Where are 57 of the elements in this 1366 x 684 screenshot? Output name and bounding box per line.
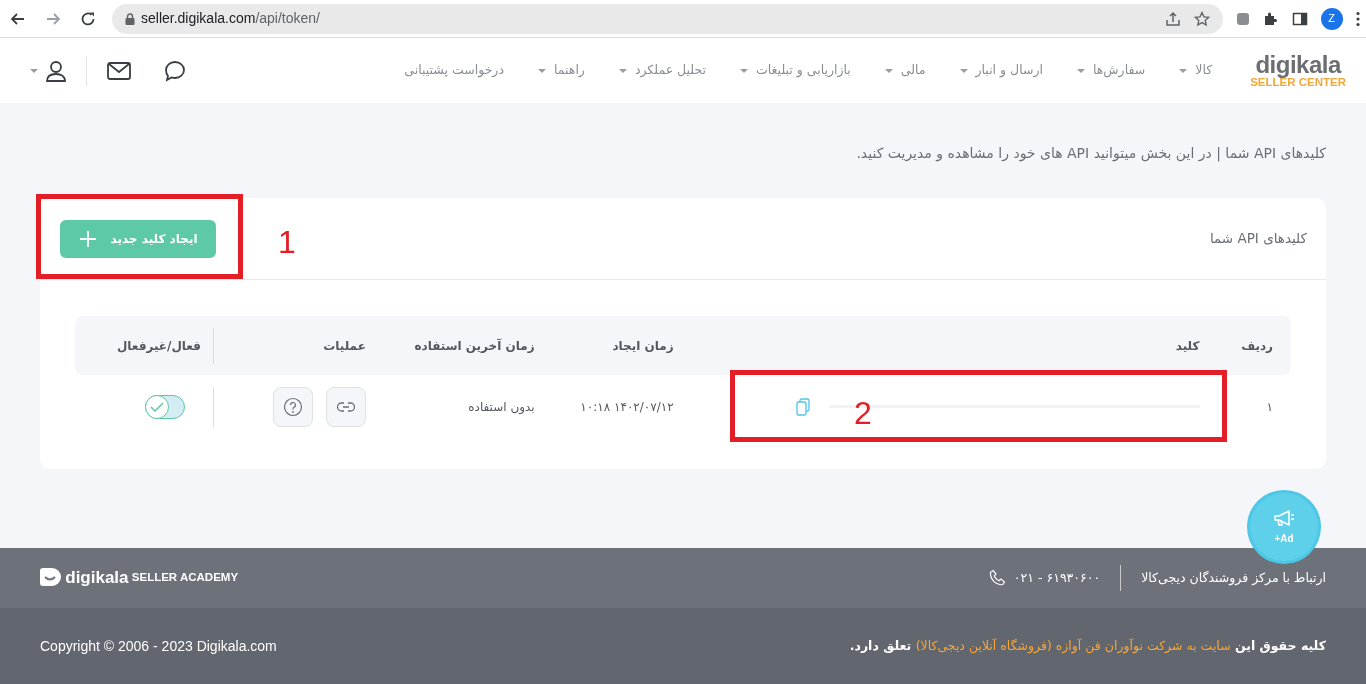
back-arrow-icon	[9, 10, 26, 27]
menu-icon[interactable]	[1355, 10, 1360, 27]
academy-logo-wordmark: digikala	[65, 567, 129, 590]
nav-menu-item[interactable]: ارسال و انبار	[959, 61, 1043, 80]
plus-icon	[78, 229, 97, 248]
lock-icon	[124, 12, 135, 25]
star-icon[interactable]	[1193, 10, 1210, 27]
annotation-number: 1	[278, 226, 296, 258]
toggle-switch[interactable]	[145, 395, 186, 419]
extension-icon[interactable]	[1235, 11, 1250, 26]
column-header: کلید	[1175, 337, 1200, 355]
forward-arrow-icon	[44, 10, 61, 27]
column-header: فعال/غیرفعال	[116, 337, 201, 355]
annotation-number: 2	[854, 397, 872, 429]
logo-wordmark[interactable]: digikala	[1255, 52, 1341, 77]
profile-avatar[interactable]: Z	[1320, 7, 1343, 30]
create-key-button[interactable]: ایجاد کلید جدید	[60, 219, 216, 258]
user-icon[interactable]	[44, 59, 67, 82]
column-header: زمان ایجاد	[612, 337, 674, 355]
copyright-text: Copyright © 2006 - 2023 Digikala.com	[40, 636, 277, 656]
nav-menu-item[interactable]: تحلیل عملکرد	[618, 61, 706, 80]
mail-icon[interactable]	[106, 61, 131, 80]
page-description: کلیدهای API شما | در این بخش میتوانید API های خود را مشاهده و مدیریت کنید.	[856, 145, 1326, 161]
chat-icon[interactable]	[164, 59, 186, 82]
help-button[interactable]	[272, 387, 313, 427]
column-header: زمان آخرین استفاده	[414, 337, 535, 355]
column-header: عملیات	[323, 337, 366, 355]
check-icon	[150, 402, 165, 412]
contact-label: ارتباط با مرکز فروشندگان دیجی‌کالا	[1141, 568, 1326, 588]
nav-menu-item[interactable]: راهنما	[538, 61, 585, 80]
nav-menu-item[interactable]: سفارش‌ها	[1076, 61, 1146, 80]
nav-menu-item[interactable]: مالی	[884, 61, 926, 80]
side-panel-icon[interactable]	[1291, 10, 1308, 27]
nav-menu-item[interactable]: بازاریابی و تبلیغات	[740, 61, 851, 80]
question-icon	[282, 397, 303, 417]
academy-logo-icon	[40, 568, 62, 588]
share-icon[interactable]	[1164, 10, 1181, 27]
table-cell-text: ۱۴۰۲/۰۷/۱۲ ۱۰:۱۸	[580, 399, 674, 416]
ad-button[interactable]: +Ad	[1247, 490, 1321, 564]
reload-icon	[79, 10, 96, 27]
academy-logo-subtitle: SELLER ACADEMY	[131, 570, 239, 586]
nav-menu-item[interactable]: کالا	[1179, 61, 1213, 80]
table-cell-text: بدون استفاده	[468, 399, 535, 416]
nav-menu-item[interactable]: درخواست پشتیبانی	[404, 61, 504, 80]
megaphone-icon	[1273, 508, 1295, 527]
link-button[interactable]	[325, 387, 366, 427]
puzzle-icon[interactable]	[1262, 10, 1279, 27]
link-icon	[336, 402, 355, 412]
column-header: ردیف	[1241, 337, 1273, 355]
company-link[interactable]: سایت به شرکت نوآوران فن آوازه (فروشگاه آنلاین دیجی‌کالا)	[915, 637, 1231, 653]
phone-icon	[989, 569, 1008, 587]
table-cell-text: ۱	[1266, 399, 1273, 416]
address-bar[interactable]: seller.digikala.com/api/token/	[111, 3, 1223, 34]
caret-icon[interactable]	[30, 68, 38, 73]
card-title: کلیدهای API شما	[1209, 229, 1307, 249]
phone-number: ۰۲۱ - ۶۱۹۳۰۶۰۰	[1013, 568, 1101, 587]
rights-notice: کلیه حقوق این سایت به شرکت نوآوران فن آوازه (فروشگاه آنلاین دیجی‌کالا) تعلق دارد.	[849, 636, 1326, 656]
